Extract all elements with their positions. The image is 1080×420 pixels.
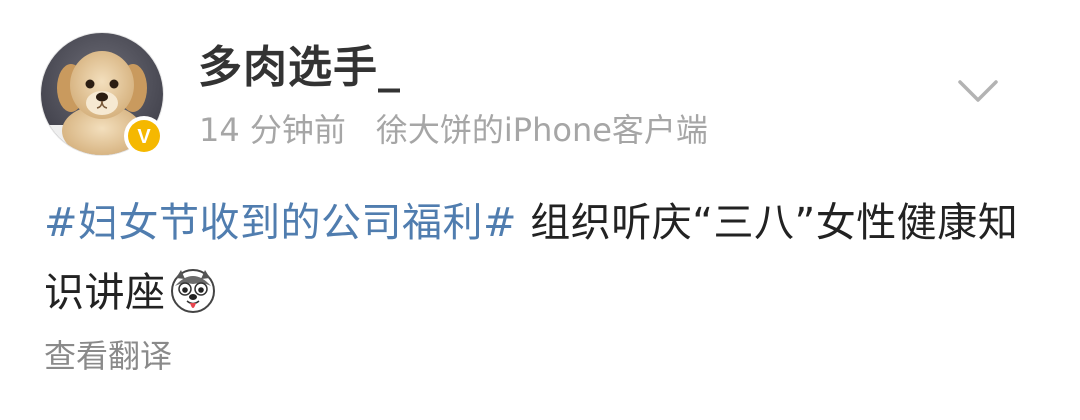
chevron-down-icon[interactable] xyxy=(956,76,1000,106)
hashtag-link[interactable]: #妇女节收到的公司福利# xyxy=(44,200,517,246)
post-time: 14 分钟前 xyxy=(199,111,346,149)
husky-dog-emoji-icon xyxy=(170,266,216,313)
weibo-post-card: V 多肉选手_ 14 分钟前 徐大饼的iPhone客户端 #妇女节收到的公司福利#… xyxy=(0,0,1080,420)
post-source: 徐大饼的iPhone客户端 xyxy=(375,111,708,149)
post-body: #妇女节收到的公司福利# 组织听庆“三八”女性健康知识讲座 xyxy=(44,188,1034,328)
svg-text:V: V xyxy=(137,126,151,148)
user-avatar-container[interactable]: V xyxy=(40,32,164,156)
username[interactable]: 多肉选手_ xyxy=(198,40,401,96)
view-translation-link[interactable]: 查看翻译 xyxy=(44,334,172,378)
post-meta: 14 分钟前 徐大饼的iPhone客户端 xyxy=(199,108,708,152)
verified-badge-icon: V xyxy=(124,116,164,156)
